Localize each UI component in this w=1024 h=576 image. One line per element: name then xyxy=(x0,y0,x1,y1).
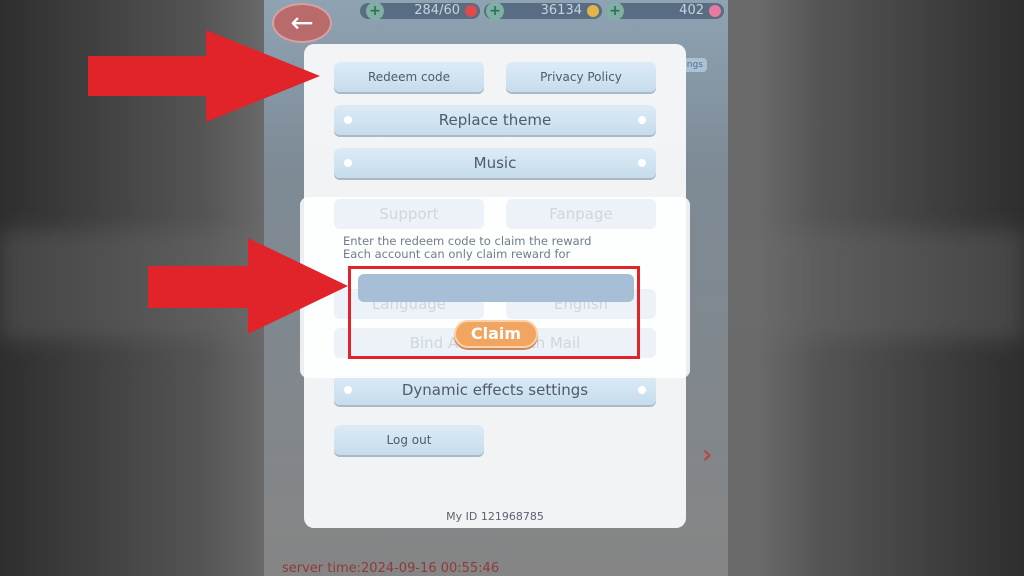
red-arrow-icon xyxy=(88,30,320,122)
privacy-policy-button[interactable]: Privacy Policy xyxy=(506,62,656,92)
hearts-value: 284/60 xyxy=(414,3,460,18)
gems-value: 402 xyxy=(679,3,704,18)
support-button: Support xyxy=(334,199,484,229)
redeem-instructions: Enter the redeem code to claim the rewar… xyxy=(343,235,591,261)
add-hearts-button[interactable]: + xyxy=(366,2,384,20)
add-coins-button[interactable]: + xyxy=(486,2,504,20)
replace-theme-label: Replace theme xyxy=(438,111,552,129)
dynamic-effects-label: Dynamic effects settings xyxy=(401,381,589,399)
dynamic-effects-button[interactable]: Dynamic effects settings xyxy=(334,375,656,405)
coin-icon xyxy=(587,5,599,17)
fanpage-button: Fanpage xyxy=(506,199,656,229)
sparkle-icon xyxy=(638,159,646,167)
music-label: Music xyxy=(473,154,517,172)
red-arrow-icon xyxy=(148,238,348,334)
sparkle-icon xyxy=(638,386,646,394)
gem-icon xyxy=(709,5,721,17)
sparkle-icon xyxy=(638,116,646,124)
my-id: My ID 121968785 xyxy=(446,510,544,523)
instruction-line-2: Each account can only claim reward for xyxy=(343,247,571,261)
chevron-right-icon[interactable]: › xyxy=(702,440,712,470)
replace-theme-button[interactable]: Replace theme xyxy=(334,105,656,135)
log-out-button[interactable]: Log out xyxy=(334,425,484,455)
server-time: server time:2024-09-16 00:55:46 xyxy=(282,561,500,576)
sparkle-icon xyxy=(344,386,352,394)
coins-value: 36134 xyxy=(540,3,582,18)
heart-icon xyxy=(465,5,477,17)
sparkle-icon xyxy=(344,116,352,124)
sparkle-icon xyxy=(344,159,352,167)
music-button[interactable]: Music xyxy=(334,148,656,178)
highlight-box xyxy=(348,266,640,359)
redeem-code-button[interactable]: Redeem code xyxy=(334,62,484,92)
add-gems-button[interactable]: + xyxy=(606,2,624,20)
